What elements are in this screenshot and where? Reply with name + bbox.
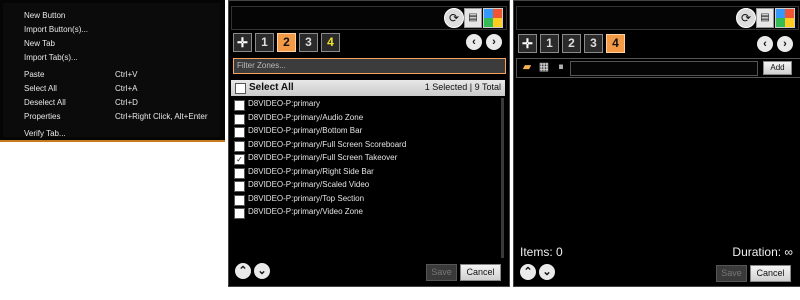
zone-label: D8VIDEO-P:primary/Full Screen Scoreboard [248,139,407,149]
tab-add-icon[interactable]: ✛ [233,33,252,52]
zone-checkbox[interactable] [234,100,245,111]
zone-checkbox[interactable]: ✓ [234,154,245,165]
zone-row[interactable]: D8VIDEO-P:primary/Bottom Bar [231,125,495,139]
document-icon[interactable]: ▤ [756,8,774,28]
menu-item-label: Import Tab(s)... [24,53,78,62]
menu-item-shortcut: Ctrl+Right Click, Alt+Enter [115,112,208,121]
zone-label: D8VIDEO-P:primary/Bottom Bar [248,126,363,135]
zone-row[interactable]: D8VIDEO-P:primary/Full Screen Scoreboard [231,139,495,153]
palette-icon[interactable] [483,8,503,28]
zone-row[interactable]: D8VIDEO-P:primary [231,98,495,112]
zone-label: D8VIDEO-P:primary/Right Side Bar [248,166,374,176]
chevron-right-icon[interactable]: › [486,34,502,50]
tab-3[interactable]: 3 [299,33,318,52]
tab-2[interactable]: 2 [562,34,581,53]
menu-item[interactable]: Deselect All Ctrl+D [3,96,220,110]
scroll-down-icon[interactable]: ⌄ [254,263,270,279]
zone-checkbox[interactable] [234,181,245,192]
menu-item[interactable]: Properties Ctrl+Right Click, Alt+Enter [3,110,220,124]
pause-icon[interactable]: ⏸ [554,60,568,74]
zone-label: D8VIDEO-P:primary/Scaled Video [248,180,370,189]
playlist-panel: ⟳ ▤ ✛ 1 2 3 4 ‹ › ▰ ▦ ⏸ Add Items: 0 Dur… [513,0,800,287]
tab-add-icon[interactable]: ✛ [518,34,537,53]
zone-label: D8VIDEO-P:primary/Video Zone [248,207,364,216]
zone-row[interactable]: D8VIDEO-P:primary/Audio Zone [231,112,495,126]
cancel-button[interactable]: Cancel [460,264,501,281]
menu-item-label: Properties [24,112,61,121]
items-count: Items: 0 [520,245,563,259]
menu-item-label: Import Button(s)... [24,25,89,34]
duration-text: Duration: ∞ [732,245,793,259]
menu-item[interactable]: Import Tab(s)... [3,51,220,65]
zone-label: D8VIDEO-P:primary/Full Screen Takeover [248,153,398,162]
scroll-up-icon[interactable]: ⌃ [520,264,536,280]
playlist-input[interactable] [570,61,758,76]
zone-checkbox[interactable] [234,167,245,179]
tab-4[interactable]: 4 [606,34,625,53]
context-menu: New Button Import Button(s)... New Tab Impo… [3,3,220,138]
zone-checkbox[interactable] [234,140,245,152]
zone-row[interactable]: D8VIDEO-P:primary/Right Side Bar [231,166,495,180]
tab-3[interactable]: 3 [584,34,603,53]
cancel-button[interactable]: Cancel [750,265,791,282]
save-button[interactable]: Save [426,264,457,281]
zone-checkbox[interactable] [234,113,245,125]
refresh-icon[interactable]: ⟳ [444,8,464,28]
tab-4[interactable]: 4 [321,33,340,52]
selection-count: 1 Selected | 9 Total [424,82,501,92]
menu-item[interactable]: Verify Tab... [3,127,220,141]
scroll-down-icon[interactable]: ⌄ [539,264,555,280]
menu-item-shortcut: Ctrl+A [115,84,138,93]
menu-item[interactable]: Select All Ctrl+A [3,82,220,96]
chevron-right-icon[interactable]: › [777,36,793,52]
zone-label: D8VIDEO-P:primary/Audio Zone [248,112,364,122]
zone-row[interactable]: D8VIDEO-P:primary/Scaled Video [231,179,495,193]
palette-icon[interactable] [775,8,795,28]
filter-zones-input[interactable]: Filter Zones... [233,58,506,74]
menu-item[interactable]: New Tab [3,37,220,51]
chevron-left-icon[interactable]: ‹ [466,34,482,50]
zone-row[interactable]: ✓ D8VIDEO-P:primary/Full Screen Takeover [231,152,495,166]
refresh-icon[interactable]: ⟳ [736,8,756,28]
zone-checkbox[interactable] [234,127,245,138]
zone-row[interactable]: D8VIDEO-P:primary/Video Zone [231,206,495,220]
zone-label: D8VIDEO-P:primary [248,99,321,108]
folder-icon[interactable]: ▰ [520,60,534,74]
top-bar: ⟳ ▤ [516,6,799,30]
clapperboard-icon[interactable]: ▦ [537,60,551,74]
zone-row[interactable]: D8VIDEO-P:primary/Top Section [231,193,495,207]
zone-checkbox[interactable] [234,194,245,206]
menu-item-shortcut: Ctrl+V [115,70,138,79]
menu-item-label: New Tab [24,39,55,48]
menu-item-label: Paste [24,70,45,79]
context-menu-panel: New Button Import Button(s)... New Tab Impo… [0,0,225,142]
menu-item[interactable]: Paste Ctrl+V [3,68,220,82]
zones-scrollbar[interactable] [501,98,504,258]
menu-item[interactable]: Import Button(s)... [3,23,220,37]
select-all-header[interactable]: Select All 1 Selected | 9 Total [231,80,505,96]
zone-label: D8VIDEO-P:primary/Top Section [248,193,365,203]
save-button[interactable]: Save [716,265,747,282]
menu-item-label: Deselect All [24,98,66,107]
select-all-checkbox[interactable] [235,83,246,94]
chevron-left-icon[interactable]: ‹ [757,36,773,52]
select-all-label: Select All [249,82,294,93]
zone-checkbox[interactable] [234,208,245,219]
document-icon[interactable]: ▤ [464,8,482,28]
zones-panel: ⟳ ▤ ✛ 1 2 3 4 ‹ › Filter Zones... Select… [228,0,510,287]
menu-item-label: Verify Tab... [24,129,66,138]
zones-list: D8VIDEO-P:primary D8VIDEO-P:primary/Audio… [231,98,495,220]
top-bar: ⟳ ▤ [231,6,507,30]
tab-1[interactable]: 1 [255,33,274,52]
add-button[interactable]: Add [763,61,792,75]
menu-item[interactable]: New Button [3,9,220,23]
menu-item-shortcut: Ctrl+D [115,98,138,107]
tab-2[interactable]: 2 [277,33,296,52]
menu-item-label: New Button [24,11,66,20]
tab-1[interactable]: 1 [540,34,559,53]
menu-item-label: Select All [24,84,57,93]
scroll-up-icon[interactable]: ⌃ [235,263,251,279]
